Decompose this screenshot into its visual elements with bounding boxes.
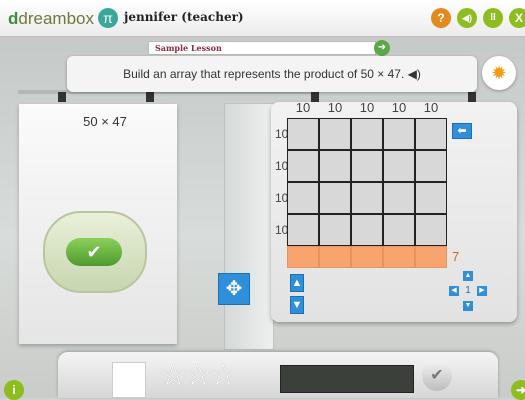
go-button[interactable]: ➜ — [511, 380, 525, 400]
grid-cell — [351, 214, 383, 246]
grid-cell — [287, 182, 319, 214]
grid-cell — [351, 150, 383, 182]
grid-cell — [383, 182, 415, 214]
info-icon[interactable]: i — [4, 380, 24, 400]
grid-cell — [415, 118, 447, 150]
move-arrows-icon[interactable]: ✥ — [218, 273, 250, 305]
problem-text: 50 × 47 — [83, 114, 127, 129]
grid-cell — [415, 150, 447, 182]
check-seal-icon[interactable]: ✔ — [422, 361, 452, 391]
grid-cell — [319, 182, 351, 214]
sound-button[interactable]: ◀) — [457, 8, 477, 28]
partial-cell — [351, 246, 383, 268]
column-label: 10 — [295, 100, 311, 115]
user-label: jennifer (teacher) — [124, 10, 244, 24]
grid-cell — [287, 214, 319, 246]
stepper-right-icon[interactable]: ▶ — [477, 286, 487, 296]
close-button[interactable]: X — [509, 8, 525, 28]
next-arrow-button[interactable]: ➜ — [374, 40, 390, 56]
ceiling-lamp-icon — [58, 92, 66, 102]
grid-cell — [383, 118, 415, 150]
grid-cell — [287, 118, 319, 150]
star-rating-icon: ☆☆☆ — [160, 359, 237, 392]
partial-cell — [415, 246, 447, 268]
stepper-up-icon[interactable]: ▲ — [463, 271, 473, 281]
instruction-text[interactable]: Build an array that represents the produ… — [67, 67, 477, 81]
column-label: 10 — [423, 100, 439, 115]
grid-cell — [319, 118, 351, 150]
grid-cell — [351, 118, 383, 150]
pause-button[interactable]: II — [483, 8, 503, 28]
stepper-down-icon[interactable]: ▼ — [463, 301, 473, 311]
grid-cell — [383, 214, 415, 246]
check-answer-button[interactable]: ✔ — [66, 238, 122, 266]
grid-cell — [415, 214, 447, 246]
top-bar: ddreambox π jennifer (teacher) ? ◀) II X — [0, 0, 525, 37]
left-arrow-icon[interactable]: ⬅ — [452, 123, 472, 139]
pi-avatar-icon: π — [98, 8, 118, 28]
answer-slot — [112, 362, 146, 398]
ceiling-lamp-icon — [468, 92, 476, 102]
grid-cell — [383, 150, 415, 182]
up-arrow-icon[interactable]: ▲ — [290, 274, 304, 292]
grid-cell — [319, 150, 351, 182]
grid-cell — [319, 214, 351, 246]
display-stand — [224, 103, 274, 350]
grid-cell — [415, 182, 447, 214]
array-grid[interactable] — [287, 118, 447, 246]
partial-cell — [287, 246, 319, 268]
grid-cell — [351, 182, 383, 214]
lightbulb-icon[interactable]: ✹ — [482, 56, 516, 90]
partial-row[interactable] — [287, 246, 447, 268]
answer-display — [280, 365, 414, 393]
ceiling-lamp-icon — [146, 92, 154, 102]
grid-cell — [287, 150, 319, 182]
partial-cell — [319, 246, 351, 268]
lesson-tab: Sample Lesson — [148, 41, 376, 55]
stepper-left-icon[interactable]: ◀ — [449, 286, 459, 296]
column-label: 10 — [359, 100, 375, 115]
stepper-value: 1 — [465, 285, 471, 296]
dreambox-logo: ddreambox — [8, 9, 94, 28]
help-button[interactable]: ? — [431, 8, 451, 28]
quantity-stepper: ▲ ◀ 1 ▶ ▼ — [445, 271, 493, 313]
partial-row-label: 7 — [452, 249, 460, 264]
instruction-banner: Build an array that represents the produ… — [67, 56, 477, 92]
column-label: 10 — [327, 100, 343, 115]
column-label: 10 — [391, 100, 407, 115]
partial-cell — [383, 246, 415, 268]
down-arrow-icon[interactable]: ▼ — [290, 296, 304, 314]
